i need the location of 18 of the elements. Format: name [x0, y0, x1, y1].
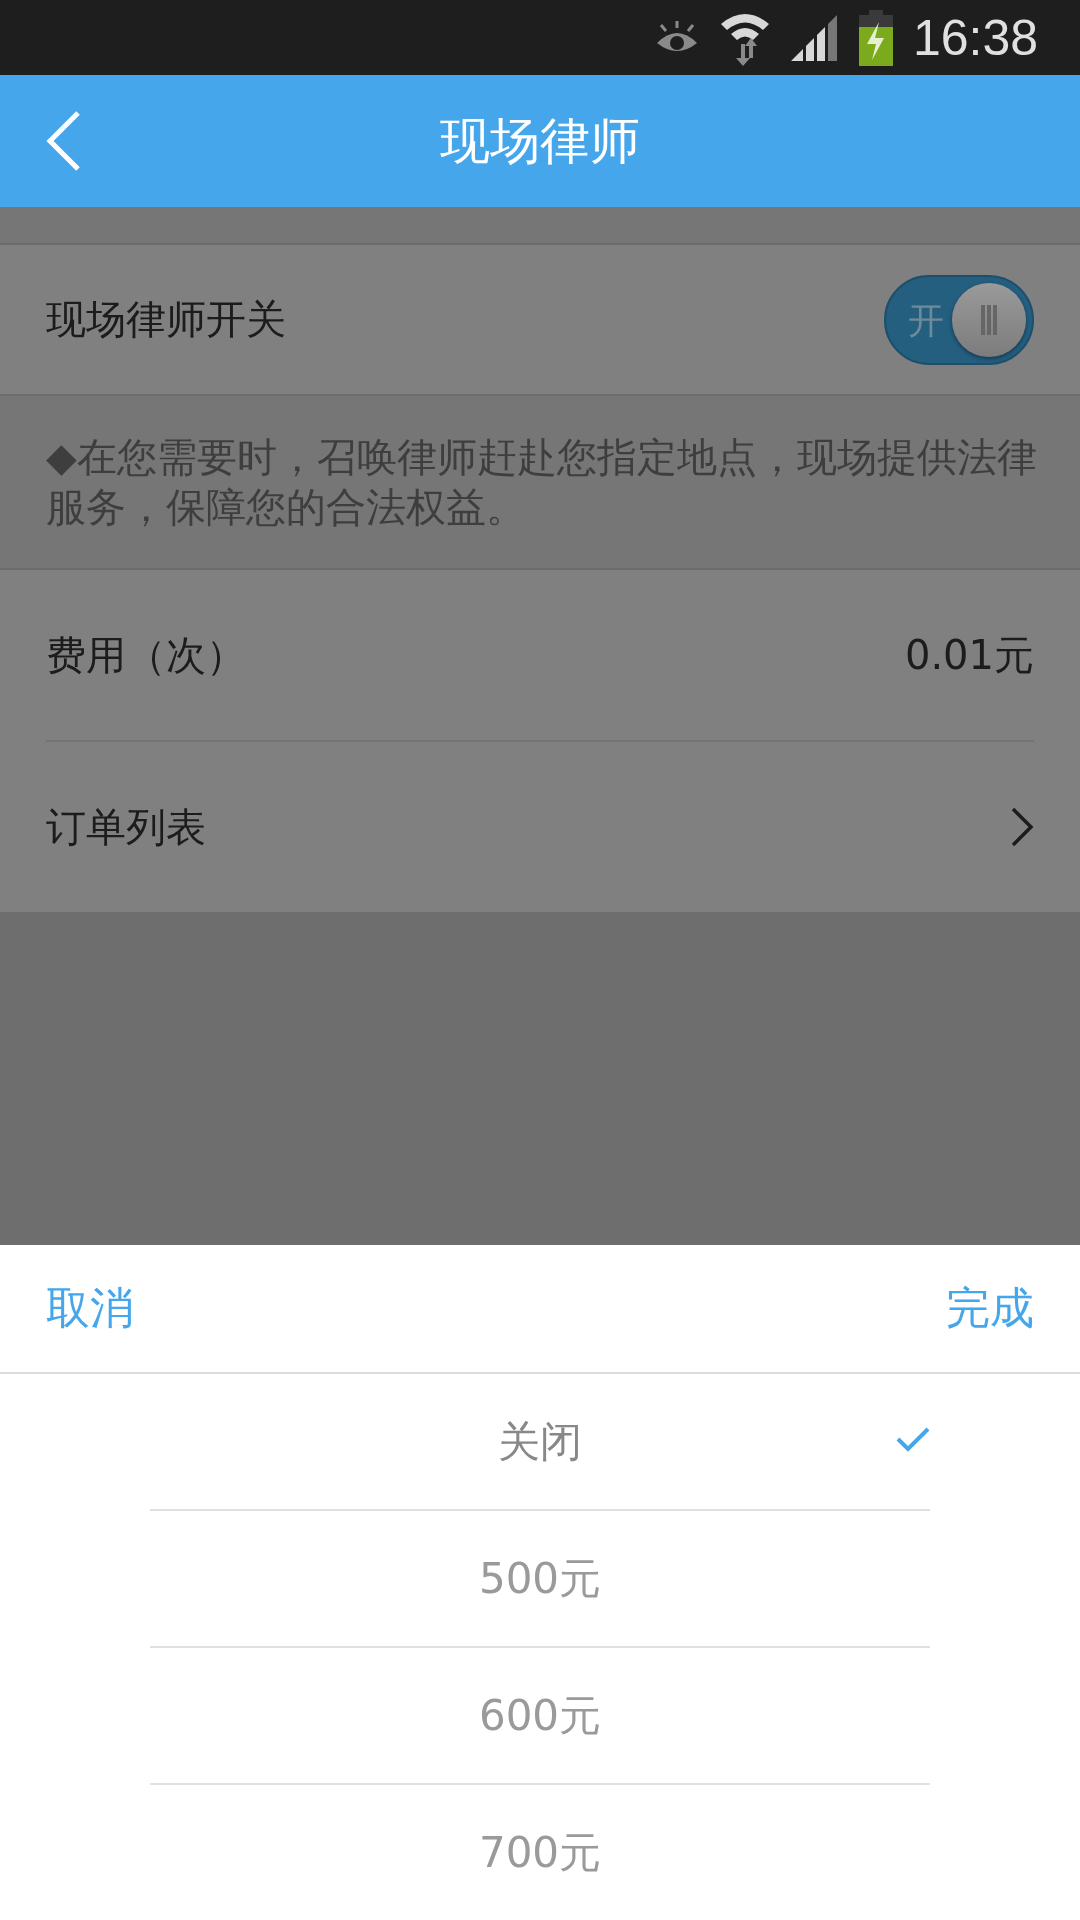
picker-option[interactable]: 600元: [150, 1648, 930, 1785]
done-button[interactable]: 完成: [946, 1279, 1034, 1338]
toggle-knob[interactable]: [952, 282, 1026, 357]
check-icon: [896, 1426, 930, 1452]
cancel-button[interactable]: 取消: [46, 1279, 134, 1338]
toggle-label: 开: [908, 298, 944, 343]
picker-option[interactable]: 500元: [150, 1511, 930, 1648]
description-text: ◆在您需要时，召唤律师赶赴您指定地点，现场提供法律服务，保障您的合法权益。: [0, 396, 1080, 570]
fee-label: 费用（次）: [46, 630, 246, 680]
battery-icon: [856, 9, 895, 66]
page-title: 现场律师: [440, 110, 640, 172]
status-time: 16:38: [912, 8, 1038, 67]
picker-option[interactable]: 700元: [150, 1785, 930, 1920]
toggle-switch[interactable]: 开: [884, 274, 1034, 365]
switch-label: 现场律师开关: [46, 295, 286, 344]
chevron-icon: [1010, 806, 1034, 848]
fee-value: 0.01元: [904, 630, 1034, 680]
picker-option[interactable]: 关闭: [150, 1374, 930, 1511]
